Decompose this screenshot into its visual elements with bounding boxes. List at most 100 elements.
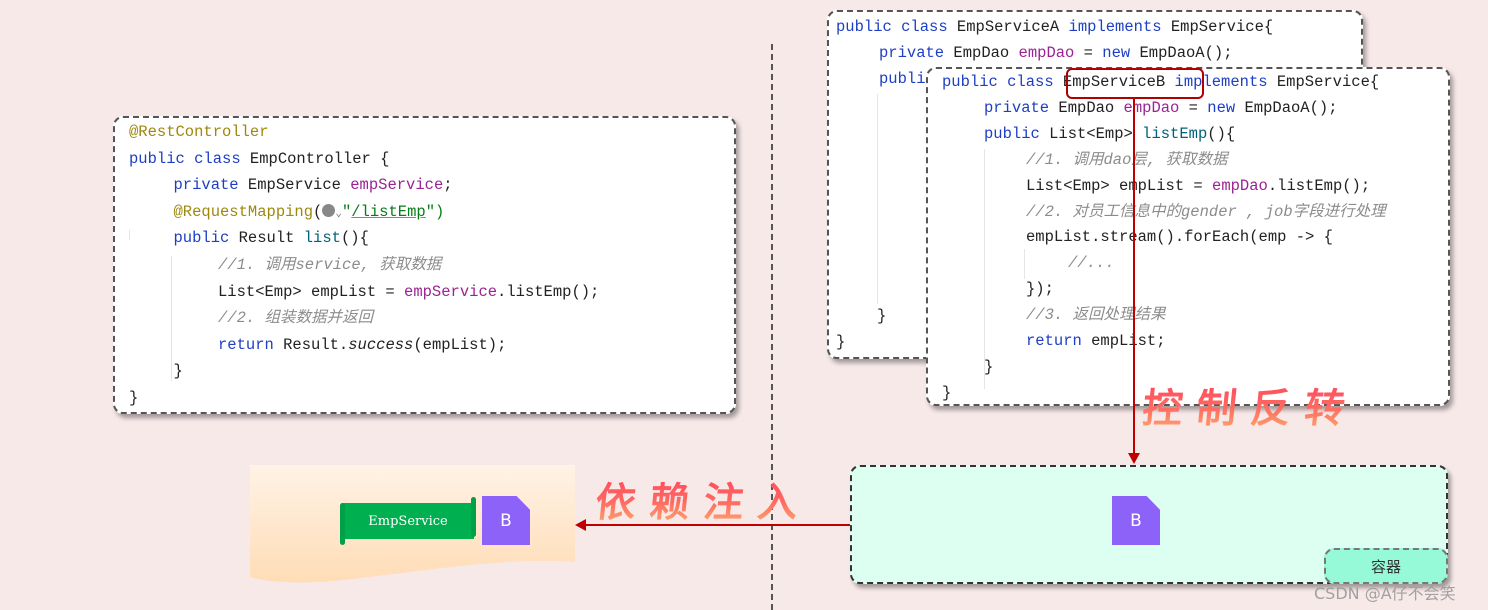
- code-line: private EmpDao empDao = new EmpDaoA();: [984, 98, 1338, 118]
- indent-guide: [984, 149, 985, 389]
- code-token: (){: [1207, 124, 1236, 143]
- code-token: EmpDaoA();: [1244, 98, 1338, 117]
- code-token: empDao: [1018, 44, 1075, 62]
- code-token: //2. 对员工信息中的gender , job字段进行处理: [1026, 202, 1386, 221]
- code-line: //2. 组装数据并返回: [218, 308, 373, 328]
- indent-guide: [171, 256, 172, 381]
- code-line: }: [984, 357, 993, 377]
- di-arrow-head: [575, 519, 586, 531]
- code-token: //1. 调用dao层, 获取数据: [1026, 150, 1228, 169]
- code-token: "): [425, 202, 445, 221]
- code-line: //1. 调用dao层, 获取数据: [1026, 150, 1228, 170]
- code-line: }: [942, 383, 951, 403]
- code-token: }: [173, 362, 183, 381]
- indent-guide: [129, 230, 130, 240]
- container-tag-label: 容器: [1370, 557, 1401, 576]
- service-b-code-card: public class EmpServiceB implements EmpS…: [926, 67, 1450, 406]
- code-token: //3. 返回处理结果: [1026, 306, 1166, 325]
- code-line: publi: [879, 69, 926, 89]
- code-token: =: [1179, 98, 1208, 117]
- code-token: EmpController {: [249, 149, 390, 168]
- code-token: empService: [350, 176, 444, 195]
- ioc-arrow-head: [1128, 453, 1140, 464]
- empservice-banner: EmpService: [340, 497, 476, 545]
- code-line: });: [1026, 279, 1054, 299]
- code-token: }: [129, 389, 139, 407]
- container-tag: 容器: [1324, 548, 1448, 584]
- code-line: }: [174, 361, 183, 381]
- indent-guide: [1024, 249, 1025, 279]
- code-token: EmpServiceA: [956, 18, 1069, 36]
- code-line: }: [129, 388, 138, 408]
- watermark: CSDN @A仔不会笑: [1314, 584, 1456, 603]
- code-token: ;: [443, 176, 453, 195]
- code-token: =: [1074, 44, 1103, 62]
- code-token: EmpDaoA();: [1139, 44, 1233, 62]
- code-token: EmpDao: [1058, 98, 1124, 117]
- code-token: list: [303, 229, 341, 248]
- code-line: //...: [1068, 253, 1115, 273]
- code-token: public: [173, 229, 239, 248]
- code-line: return empList;: [1026, 331, 1166, 351]
- code-line: public class EmpServiceA implements EmpS…: [836, 17, 1273, 37]
- code-token: });: [1026, 280, 1054, 299]
- code-token: EmpService{: [1170, 18, 1274, 36]
- code-token: return: [1026, 332, 1092, 350]
- code-token: public class: [942, 73, 1063, 91]
- code-token: EmpService{: [1276, 73, 1380, 91]
- code-line: List<Emp> empList = empDao.listEmp();: [1026, 176, 1370, 196]
- code-token: }: [984, 357, 994, 376]
- code-line: private EmpDao empDao = new EmpDaoA();: [879, 43, 1233, 63]
- code-token: /listEmp: [351, 202, 426, 221]
- code-token: Result: [238, 229, 304, 248]
- code-token: EmpService: [247, 176, 351, 195]
- code-token: (){: [340, 229, 369, 248]
- code-token: private: [879, 44, 954, 62]
- code-token: .listEmp();: [1267, 176, 1371, 195]
- code-token: @RestController: [129, 123, 269, 141]
- code-line: //2. 对员工信息中的gender , job字段进行处理: [1026, 202, 1386, 222]
- code-token: List<Emp> empList =: [1026, 176, 1213, 195]
- bean-b-injected-label: B: [500, 510, 512, 531]
- code-line: @RequestMapping(⌄"/listEmp"): [174, 202, 445, 224]
- code-token: new: [1102, 44, 1140, 62]
- code-token: empList.stream().forEach(emp -> {: [1026, 228, 1333, 247]
- empservice-banner-label: EmpService: [368, 513, 448, 529]
- code-token: Result.: [283, 335, 349, 354]
- code-token: .listEmp();: [497, 282, 600, 301]
- code-line: }: [836, 333, 846, 351]
- code-token: success: [348, 335, 414, 354]
- code-token: //...: [1068, 254, 1115, 273]
- empserviceb-highlight: [1066, 68, 1204, 99]
- code-token: implements: [1068, 18, 1171, 36]
- code-line: return Result.success(empList);: [218, 335, 506, 355]
- bean-b-container-label: B: [1130, 510, 1142, 531]
- code-token: listEmp: [1142, 124, 1208, 143]
- code-token: }: [942, 383, 952, 402]
- ioc-arrow-line: [1133, 97, 1135, 454]
- globe-icon: ⌄: [322, 203, 342, 221]
- code-line: List<Emp> empList = empService.listEmp()…: [218, 282, 599, 302]
- code-line: public List<Emp> listEmp(){: [984, 124, 1235, 144]
- dependency-injection-label: 依赖注入: [593, 470, 815, 528]
- code-token: public: [984, 124, 1050, 143]
- code-token: //2. 组装数据并返回: [218, 309, 374, 328]
- code-line: empList.stream().forEach(emp -> {: [1026, 227, 1333, 247]
- code-token: (: [313, 202, 323, 221]
- code-line: public Result list(){: [174, 228, 369, 248]
- code-token: empService: [404, 282, 498, 301]
- code-line: //3. 返回处理结果: [1026, 305, 1166, 325]
- code-token: publi: [879, 70, 926, 88]
- code-line: }: [877, 307, 887, 325]
- code-token: empDao: [1212, 176, 1268, 195]
- code-token: (empList);: [413, 335, 507, 354]
- code-line: public class EmpController {: [129, 149, 389, 169]
- bean-b-injected: B: [482, 496, 530, 545]
- code-token: EmpDao: [953, 44, 1019, 62]
- code-token: empList;: [1091, 332, 1166, 350]
- code-token: empDao: [1123, 98, 1180, 117]
- code-token: return: [218, 335, 284, 354]
- code-token: private: [984, 98, 1059, 117]
- code-line: @RestController: [129, 122, 269, 142]
- code-token: @RequestMapping: [173, 202, 314, 221]
